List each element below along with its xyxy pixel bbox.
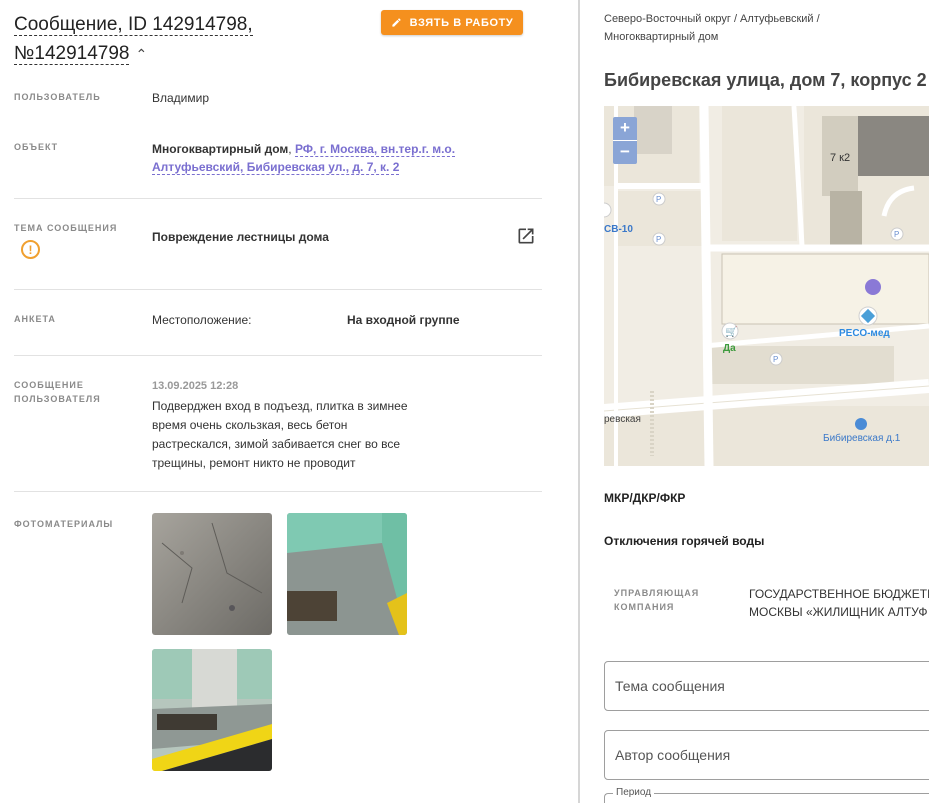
map-poi-label: РЕСО-мед (839, 328, 890, 339)
divider (14, 289, 542, 290)
photo-thumbnail[interactable] (152, 649, 272, 771)
message-date: 13.09.2025 12:28 (152, 380, 239, 392)
user-label: ПОЛЬЗОВАТЕЛЬ (14, 92, 101, 102)
svg-text:P: P (773, 355, 778, 364)
object-type: Многоквартирный дом (152, 142, 289, 156)
object-label: ОБЪЕКТ (14, 142, 59, 152)
svg-text:P: P (656, 195, 661, 204)
message-label: СООБЩЕНИЕ ПОЛЬЗОВАТЕЛЯ (14, 378, 101, 406)
object-panel: Северо-Восточный округ / Алтуфьевский / … (580, 0, 929, 803)
survey-key: Местоположение: (152, 313, 252, 327)
survey-value: На входной группе (347, 313, 460, 327)
object-address: Бибиревская улица, дом 7, корпус 2 (604, 70, 927, 90)
survey-label: АНКЕТА (14, 314, 56, 324)
svg-text:P: P (656, 235, 661, 244)
message-text-line: Подверджен вход в подъезд, плитка в зимн… (152, 399, 408, 413)
message-label-line1: СООБЩЕНИЕ (14, 380, 84, 390)
object-address-link[interactable]: РФ, г. Москва, вн.тер.г. м.о. (294, 142, 456, 157)
management-label-line1: УПРАВЛЯЮЩАЯ (614, 588, 700, 598)
management-company-value: ГОСУДАРСТВЕННОЕ БЮДЖЕТН МОСКВЫ «ЖИЛИЩНИК… (749, 585, 929, 621)
svg-text:🛒: 🛒 (725, 325, 737, 338)
map[interactable]: 🛒 P P P P + − 7 к2 СВ-10 РЕСО-мед Да рев… (604, 106, 929, 466)
message-title[interactable]: Сообщение, ID 142914798, №142914798 ⌃ (14, 10, 354, 69)
message-panel: Сообщение, ID 142914798, №142914798 ⌃ ВЗЯ… (0, 0, 578, 803)
photo-thumbnail[interactable] (287, 513, 407, 635)
photos-label: ФОТОМАТЕРИАЛЫ (14, 519, 114, 529)
map-street-label: ревская (604, 414, 641, 425)
period-field[interactable]: Период (604, 787, 929, 803)
divider (14, 355, 542, 356)
map-canvas: 🛒 P P P P (604, 106, 929, 466)
management-value-line2: МОСКВЫ «ЖИЛИЩНИК АЛТУФ (749, 605, 928, 619)
take-to-work-label: ВЗЯТЬ В РАБОТУ (409, 16, 514, 29)
section-mkr[interactable]: МКР/ДКР/ФКР (604, 491, 685, 505)
map-stop-label: СВ-10 (604, 224, 633, 235)
map-bus-stop-label: Бибиревская д.1 (823, 433, 901, 444)
object-value: Многоквартирный дом, РФ, г. Москва, вн.т… (152, 142, 456, 175)
breadcrumb-line1[interactable]: Северо-Восточный округ / Алтуфьевский / (604, 13, 820, 25)
breadcrumb-line2[interactable]: Многоквартирный дом (604, 31, 718, 43)
chevron-up-icon[interactable]: ⌃ (135, 40, 147, 69)
map-building-label: 7 к2 (830, 152, 851, 164)
management-company-label: УПРАВЛЯЮЩАЯ КОМПАНИЯ (614, 586, 699, 614)
location-marker (865, 279, 881, 295)
breadcrumb: Северо-Восточный округ / Алтуфьевский / … (604, 10, 904, 46)
topic-value: Повреждение лестницы дома (152, 230, 329, 244)
message-label-line2: ПОЛЬЗОВАТЕЛЯ (14, 394, 101, 404)
message-title-line1: Сообщение, ID 142914798, (14, 14, 253, 36)
message-topic-placeholder: Тема сообщения (615, 678, 725, 694)
management-value-line1: ГОСУДАРСТВЕННОЕ БЮДЖЕТН (749, 587, 929, 601)
message-text-line: растрескался, зимой забивается снег во в… (152, 437, 401, 451)
management-label-line2: КОМПАНИЯ (614, 602, 675, 612)
message-text: Подверджен вход в подъезд, плитка в зимн… (152, 397, 408, 473)
message-text-line: время очень скользкая, весь бетон (152, 418, 348, 432)
photo-thumbnail[interactable] (152, 513, 272, 635)
external-link-icon[interactable] (516, 226, 536, 246)
map-shop-label: Да (723, 343, 736, 354)
pencil-icon (392, 18, 401, 27)
zoom-in-button[interactable]: + (613, 117, 637, 140)
message-text-line: трещины, ремонт никто не проводит (152, 456, 356, 470)
zoom-out-button[interactable]: − (613, 141, 637, 164)
period-label: Период (613, 787, 655, 798)
user-value: Владимир (152, 91, 210, 105)
warning-icon: ! (21, 240, 40, 259)
message-author-placeholder: Автор сообщения (615, 747, 731, 763)
topic-label: ТЕМА СООБЩЕНИЯ (14, 223, 118, 233)
svg-text:P: P (894, 230, 899, 239)
message-topic-field[interactable]: Тема сообщения (604, 661, 929, 711)
message-title-line2: №142914798 (14, 43, 130, 65)
message-author-field[interactable]: Автор сообщения (604, 730, 929, 780)
section-hot-water[interactable]: Отключения горячей воды (604, 534, 764, 548)
take-to-work-button[interactable]: ВЗЯТЬ В РАБОТУ (381, 10, 523, 35)
map-zoom-controls: + − (613, 117, 637, 164)
divider (14, 198, 542, 199)
object-address-link-2[interactable]: Алтуфьевский, Бибиревская ул., д. 7, к. … (152, 160, 400, 175)
divider (14, 491, 542, 492)
